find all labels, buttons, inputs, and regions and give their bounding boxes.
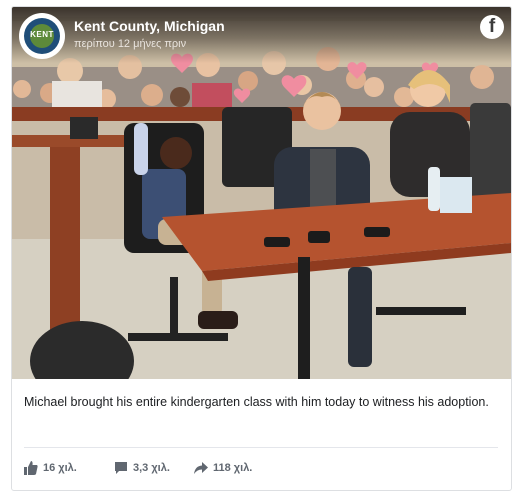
facebook-icon[interactable]: f [480,15,504,39]
shares-label: 118 χιλ. [213,462,253,474]
comment-icon [114,461,128,475]
post-timestamp[interactable]: περίπου 12 μήνες πριν [74,38,186,50]
post-card: KENT Kent County, Michigan περίπου 12 μή… [11,6,512,491]
likes-count[interactable]: 16 χιλ. [24,458,77,478]
post-photo[interactable]: KENT Kent County, Michigan περίπου 12 μή… [12,7,511,379]
photo-header-gradient [12,7,511,63]
page-name-link[interactable]: Kent County, Michigan [74,18,225,34]
divider [24,447,498,448]
logo-text: KENT [30,30,54,39]
thumbs-up-icon [24,461,38,475]
shares-count[interactable]: 118 χιλ. [194,458,252,478]
comments-label: 3,3 χιλ. [133,462,170,474]
comments-count[interactable]: 3,3 χιλ. [114,458,170,478]
likes-label: 16 χιλ. [43,462,77,474]
share-arrow-icon [194,461,208,475]
post-caption: Michael brought his entire kindergarten … [24,395,489,409]
page-avatar[interactable]: KENT [21,15,63,57]
